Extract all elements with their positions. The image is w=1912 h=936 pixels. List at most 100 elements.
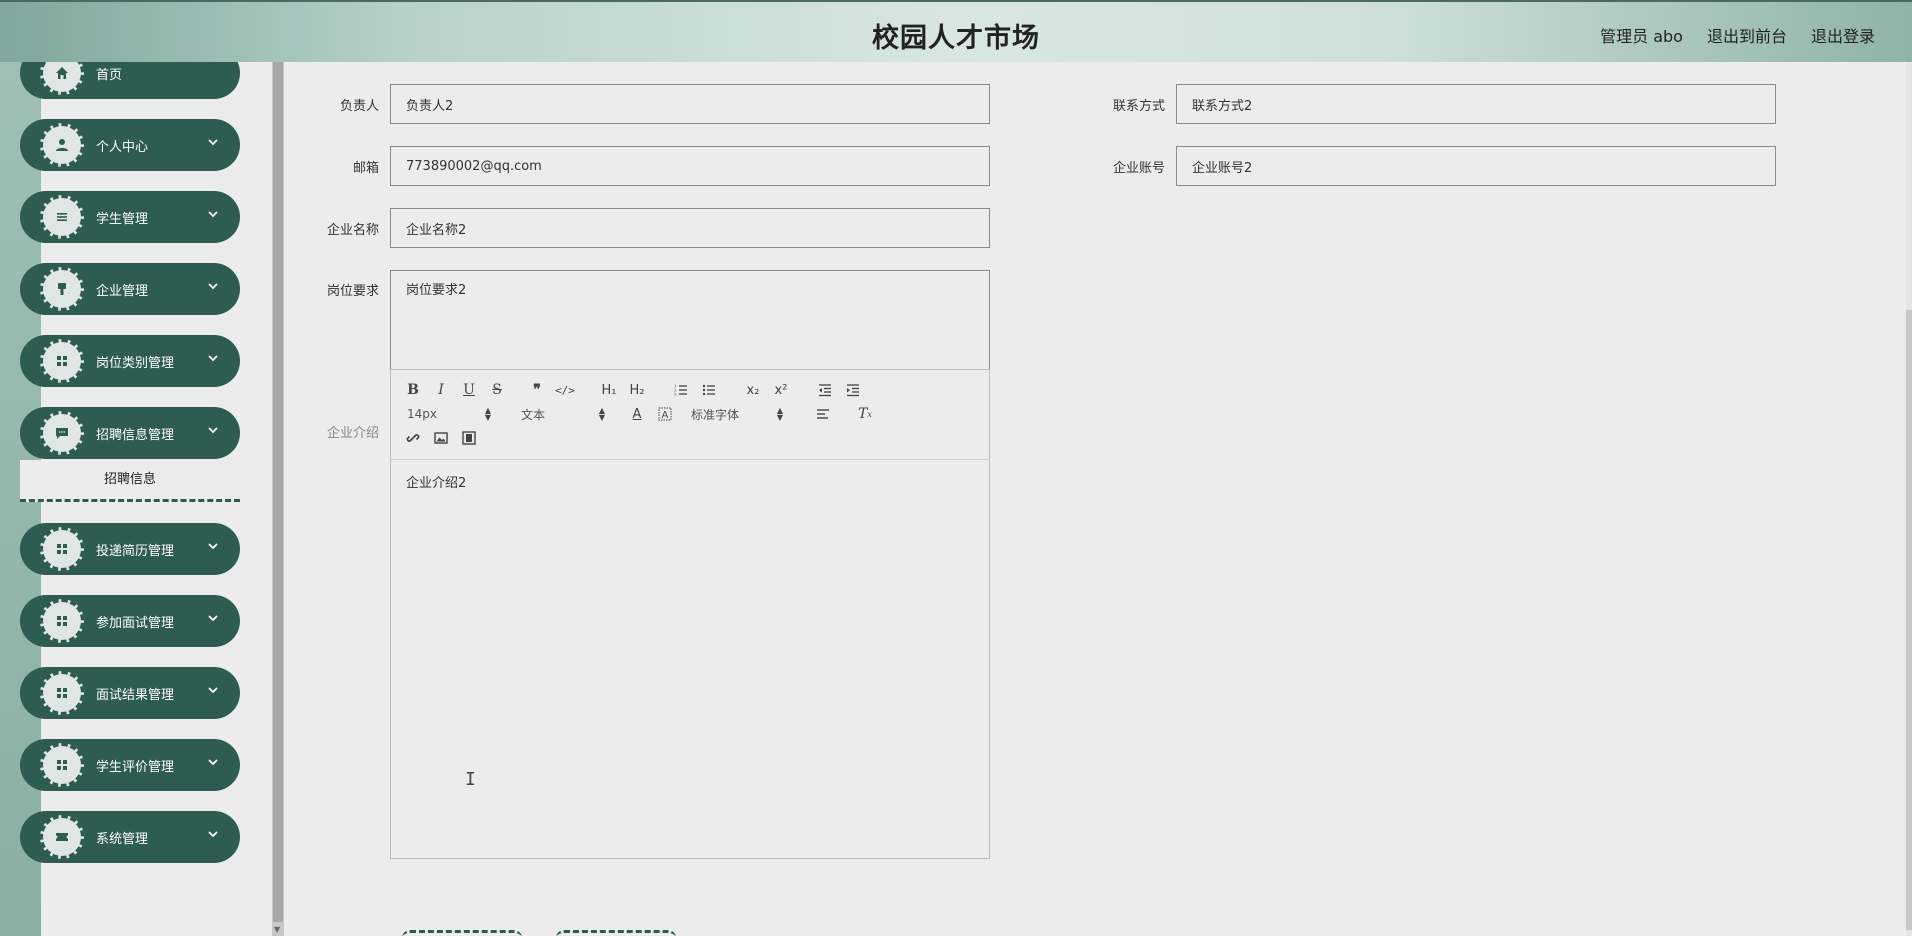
- chevron-down-icon: [206, 755, 220, 769]
- sidebar-scrollbar-thumb[interactable]: [273, 62, 283, 922]
- chat-icon: [40, 411, 84, 455]
- text-style-select[interactable]: 文本 ▲ ▼: [521, 404, 605, 424]
- grid-icon: [40, 339, 84, 383]
- scroll-down-arrow-icon[interactable]: ▼: [274, 925, 280, 934]
- company-intro-editor[interactable]: B I U S ❞ </> H₁ H₂ 123 x₂ x² 14px ▲ ▼ 文本…: [390, 369, 990, 859]
- link-icon[interactable]: [403, 428, 423, 448]
- select-arrows-icon: ▲ ▼: [484, 406, 491, 422]
- sidebar-item-label: 投递简历管理: [96, 544, 175, 559]
- sidebar-subitem-recruitment-info[interactable]: 招聘信息: [20, 460, 240, 502]
- video-icon[interactable]: [459, 428, 479, 448]
- ticket-icon: [40, 815, 84, 859]
- responsible-label: 负责人: [339, 99, 379, 114]
- chevron-down-icon: [206, 135, 220, 149]
- top-header: 校园人才市场 管理员 abo 退出到前台 退出登录: [0, 0, 1912, 62]
- indent-icon[interactable]: [843, 380, 863, 400]
- sidebar-item-label: 岗位类别管理: [96, 356, 175, 371]
- outdent-icon[interactable]: [815, 380, 835, 400]
- company-account-input[interactable]: [1176, 146, 1776, 186]
- font-family-select[interactable]: 标准字体 ▲ ▼: [691, 404, 783, 424]
- chevron-down-icon: [206, 539, 220, 553]
- contact-input[interactable]: [1176, 84, 1776, 124]
- page-scrollbar-thumb[interactable]: [1906, 310, 1912, 930]
- chevron-down-icon: [206, 423, 220, 437]
- company-account-label: 企业账号: [1112, 161, 1165, 176]
- code-block-icon[interactable]: </>: [555, 380, 575, 400]
- editor-content-text: 企业介绍2: [406, 476, 467, 491]
- sidebar-item-resume-management[interactable]: 投递简历管理: [20, 523, 240, 575]
- cancel-button[interactable]: [556, 930, 676, 936]
- sidebar-item-label: 企业管理: [96, 284, 149, 299]
- heading-1-icon[interactable]: H₁: [599, 380, 619, 400]
- chevron-down-icon: [206, 683, 220, 697]
- sidebar-item-label: 学生管理: [96, 212, 149, 227]
- strikethrough-icon[interactable]: S: [487, 380, 507, 400]
- list-icon: [40, 195, 84, 239]
- sidebar-item-student-evaluation-management[interactable]: 学生评价管理: [20, 739, 240, 791]
- page-scrollbar[interactable]: [1906, 62, 1912, 936]
- grid-icon: [40, 743, 84, 787]
- sidebar-item-company-management[interactable]: 企业管理: [20, 263, 240, 315]
- image-icon[interactable]: [431, 428, 451, 448]
- sidebar-item-system-management[interactable]: 系统管理: [20, 811, 240, 863]
- grid-icon: [40, 527, 84, 571]
- sidebar-item-interview-management[interactable]: 参加面试管理: [20, 595, 240, 647]
- sidebar-item-label: 个人中心: [96, 140, 149, 155]
- editor-toolbar: B I U S ❞ </> H₁ H₂ 123 x₂ x² 14px ▲ ▼ 文本…: [391, 370, 989, 460]
- sidebar-item-interview-result-management[interactable]: 面试结果管理: [20, 667, 240, 719]
- chevron-down-icon: [206, 207, 220, 221]
- sidebar-item-label: 参加面试管理: [96, 616, 175, 631]
- job-requirement-label: 岗位要求: [326, 284, 379, 299]
- italic-icon[interactable]: I: [431, 380, 451, 400]
- clear-format-icon[interactable]: Tx: [855, 404, 875, 424]
- sidebar-item-label: 首页: [96, 68, 123, 83]
- chevron-down-icon: [206, 351, 220, 365]
- chevron-down-icon: [206, 279, 220, 293]
- chevron-down-icon: [206, 827, 220, 841]
- sidebar-item-recruitment-management[interactable]: 招聘信息管理: [20, 407, 240, 459]
- font-size-value: 14px: [407, 407, 437, 421]
- brush-icon: [40, 267, 84, 311]
- sidebar-item-job-category-management[interactable]: 岗位类别管理: [20, 335, 240, 387]
- company-name-input[interactable]: [390, 208, 990, 248]
- heading-2-icon[interactable]: H₂: [627, 380, 647, 400]
- editor-content-area[interactable]: 企业介绍2: [391, 460, 989, 503]
- font-color-icon[interactable]: A: [627, 404, 647, 424]
- sidebar-item-personal-center[interactable]: 个人中心: [20, 119, 240, 171]
- back-to-front-link[interactable]: 退出到前台: [1707, 23, 1787, 47]
- font-size-select[interactable]: 14px ▲ ▼: [407, 404, 491, 424]
- sidebar-item-label: 学生评价管理: [96, 760, 175, 775]
- ordered-list-icon[interactable]: 123: [671, 380, 691, 400]
- company-name-label: 企业名称: [326, 223, 379, 238]
- grid-icon: [40, 599, 84, 643]
- text-cursor-icon: I: [465, 769, 476, 790]
- chevron-down-icon: [206, 611, 220, 625]
- user-icon: [40, 123, 84, 167]
- email-input[interactable]: [390, 146, 990, 186]
- subscript-icon[interactable]: x₂: [743, 380, 763, 400]
- sidebar-item-label: 招聘信息管理: [96, 428, 175, 443]
- text-style-value: 文本: [521, 407, 546, 422]
- underline-icon[interactable]: U: [459, 380, 479, 400]
- admin-user-label[interactable]: 管理员 abo: [1600, 23, 1683, 47]
- sidebar-item-label: 面试结果管理: [96, 688, 175, 703]
- select-arrows-icon: ▲ ▼: [598, 406, 605, 422]
- svg-text:A: A: [662, 410, 669, 421]
- email-label: 邮箱: [352, 161, 379, 176]
- responsible-input[interactable]: [390, 84, 990, 124]
- contact-label: 联系方式: [1112, 99, 1165, 114]
- bold-icon[interactable]: B: [403, 380, 423, 400]
- align-left-icon[interactable]: [813, 404, 833, 424]
- sidebar-item-student-management[interactable]: 学生管理: [20, 191, 240, 243]
- sidebar-scrollbar[interactable]: ▼: [272, 62, 284, 936]
- font-family-value: 标准字体: [691, 407, 740, 422]
- header-links: 管理员 abo 退出到前台 退出登录: [1600, 23, 1875, 47]
- blockquote-icon[interactable]: ❞: [527, 380, 547, 400]
- background-color-icon[interactable]: A: [655, 404, 675, 424]
- superscript-icon[interactable]: x²: [771, 380, 791, 400]
- submit-button[interactable]: [402, 930, 522, 936]
- logout-link[interactable]: 退出登录: [1811, 23, 1875, 47]
- svg-text:3: 3: [674, 392, 677, 397]
- bullet-list-icon[interactable]: [699, 380, 719, 400]
- grid-icon: [40, 671, 84, 715]
